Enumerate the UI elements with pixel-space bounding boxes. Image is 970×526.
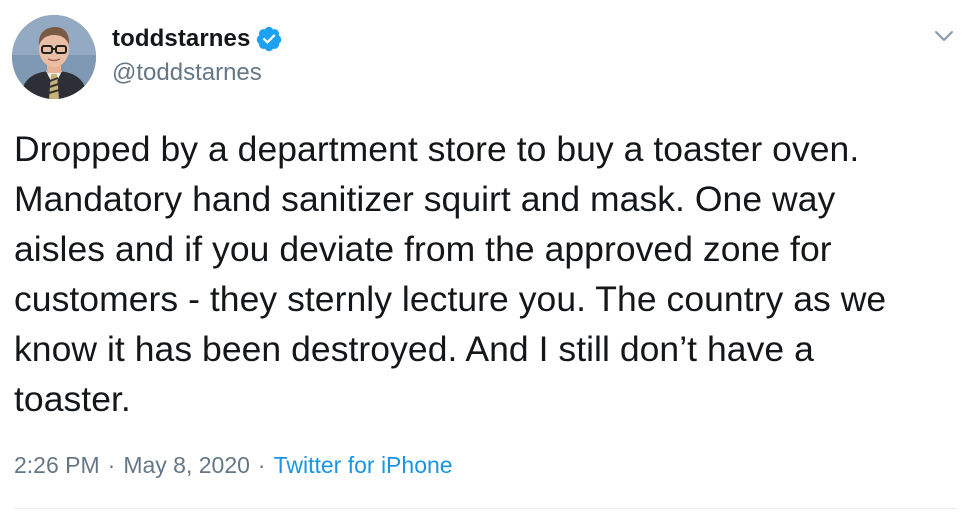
avatar-image — [12, 15, 96, 99]
tweet-text: Dropped by a department store to buy a t… — [14, 129, 887, 419]
divider — [14, 508, 958, 509]
meta-separator: · — [257, 452, 266, 478]
tweet-source-link[interactable]: Twitter for iPhone — [274, 452, 453, 479]
display-name[interactable]: toddstarnes — [112, 25, 250, 53]
tweet-time[interactable]: 2:26 PM — [14, 452, 100, 479]
author-block[interactable]: toddstarnes @toddstarnes — [112, 22, 283, 87]
tweet-date[interactable]: May 8, 2020 — [123, 452, 250, 479]
chevron-down-icon[interactable] — [932, 24, 956, 48]
handle[interactable]: @toddstarnes — [112, 59, 283, 87]
tweet-card: toddstarnes @toddstarnes Dropped by a de… — [0, 0, 970, 526]
meta-separator: · — [107, 452, 116, 478]
tweet-meta: 2:26 PM · May 8, 2020 · Twitter for iPho… — [14, 452, 453, 479]
verified-badge-icon — [255, 25, 283, 53]
display-name-row: toddstarnes — [112, 22, 283, 56]
avatar[interactable] — [12, 15, 96, 99]
